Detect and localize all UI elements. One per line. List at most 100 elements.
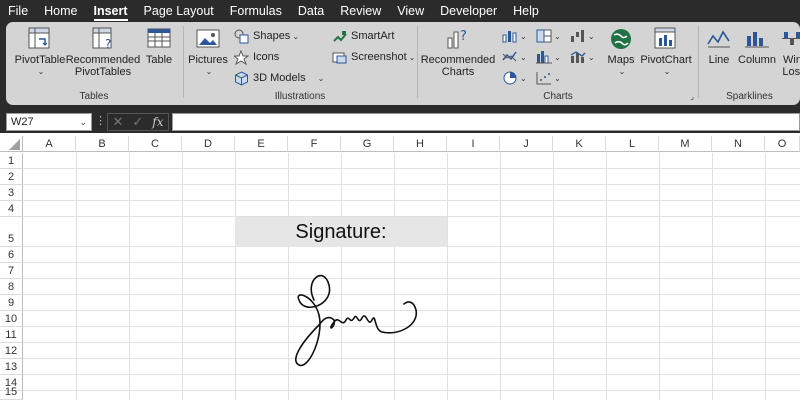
table-icon xyxy=(147,28,171,48)
maps-button[interactable]: Maps ⌄ xyxy=(604,26,638,78)
column-header-n[interactable]: N xyxy=(712,136,765,152)
chevron-down-icon: ⌄ xyxy=(520,73,527,83)
sparkline-winloss-button[interactable]: Win/ Loss xyxy=(779,26,800,78)
menu-item-review[interactable]: Review xyxy=(332,0,389,22)
row-header-3[interactable]: 3 xyxy=(0,185,23,201)
menu-item-view[interactable]: View xyxy=(389,0,432,22)
column-header-a[interactable]: A xyxy=(23,136,76,152)
scatter-chart-icon xyxy=(536,72,551,85)
gridline-horizontal xyxy=(23,168,800,169)
column-header-c[interactable]: C xyxy=(129,136,182,152)
row-header-7[interactable]: 7 xyxy=(0,263,23,279)
table-button[interactable]: Table xyxy=(142,26,176,66)
chevron-down-icon[interactable]: ⌄ xyxy=(79,114,87,130)
column-header-j[interactable]: J xyxy=(500,136,553,152)
pivotchart-button[interactable]: PivotChart ⌄ xyxy=(640,26,692,78)
dialog-launcher-icon[interactable]: ⌟ xyxy=(690,92,694,101)
name-box[interactable]: W27 ⌄ xyxy=(6,113,92,131)
scatter-chart-button[interactable]: ⌄ xyxy=(536,69,561,87)
gridline-vertical xyxy=(500,153,501,400)
recommended-pivottables-button[interactable]: ? Recommended PivotTables xyxy=(65,26,141,78)
row-header-9[interactable]: 9 xyxy=(0,295,23,311)
row-header-2[interactable]: 2 xyxy=(0,169,23,185)
ribbon-container: PivotTable ⌄ ? Recommended PivotTables T… xyxy=(0,22,800,111)
menu-item-developer[interactable]: Developer xyxy=(432,0,505,22)
pie-chart-button[interactable]: ⌄ xyxy=(502,69,527,87)
row-header-5[interactable]: 5 xyxy=(0,217,23,247)
combo-chart-button[interactable]: ⌄ xyxy=(570,48,595,66)
column-header-d[interactable]: D xyxy=(182,136,235,152)
waterfall-chart-button[interactable]: ⌄ xyxy=(570,27,595,45)
recommended-pivottables-label-1: Recommended xyxy=(65,54,141,66)
column-header-g[interactable]: G xyxy=(341,136,394,152)
column-header-i[interactable]: I xyxy=(447,136,500,152)
hierarchy-chart-button[interactable]: ⌄ xyxy=(536,27,561,45)
screenshot-button[interactable]: Screenshot ⌄ xyxy=(332,48,415,66)
statistic-chart-button[interactable]: ⌄ xyxy=(536,48,561,66)
waterfall-chart-icon xyxy=(571,30,584,42)
row-header-11[interactable]: 11 xyxy=(0,327,23,343)
chevron-down-icon: ⌄ xyxy=(554,31,561,41)
menu-item-page-layout[interactable]: Page Layout xyxy=(136,0,222,22)
pictures-button[interactable]: Pictures ⌄ xyxy=(188,26,228,78)
row-header-12[interactable]: 12 xyxy=(0,343,23,359)
column-chart-button[interactable]: ⌄ xyxy=(502,27,527,45)
menu-item-help[interactable]: Help xyxy=(505,0,547,22)
recommended-charts-button[interactable]: ? Recommended Charts xyxy=(421,26,496,78)
pictures-label: Pictures xyxy=(188,54,228,66)
smartart-button[interactable]: SmartArt xyxy=(332,27,394,45)
smartart-label: SmartArt xyxy=(351,30,395,42)
worksheet-grid[interactable]: A B C D E F G H I J K L M N O 1 2 3 4 5 6 7 8 9 10 11 12 13 14 15 Sign… xyxy=(0,136,800,400)
column-header-l[interactable]: L xyxy=(606,136,659,152)
column-header-f[interactable]: F xyxy=(288,136,341,152)
row-header-10[interactable]: 10 xyxy=(0,311,23,327)
menu-item-data[interactable]: Data xyxy=(290,0,332,22)
chevron-down-icon: ⌄ xyxy=(588,52,595,62)
pivottable-icon xyxy=(28,27,50,49)
pivottable-button[interactable]: PivotTable ⌄ xyxy=(14,26,66,78)
column-header-b[interactable]: B xyxy=(76,136,129,152)
3d-models-button[interactable]: 3D Models ⌄ xyxy=(234,69,324,87)
icons-button[interactable]: Icons xyxy=(234,48,279,66)
formula-input[interactable] xyxy=(172,113,800,131)
row-header-13[interactable]: 13 xyxy=(0,359,23,375)
select-all-button[interactable] xyxy=(0,136,23,152)
menu-item-formulas[interactable]: Formulas xyxy=(222,0,290,22)
column-header-h[interactable]: H xyxy=(394,136,447,152)
chevron-down-icon: ⌄ xyxy=(317,73,325,83)
menu-bar: File Home Insert Page Layout Formulas Data Rev… xyxy=(0,0,800,22)
group-label-sparklines: Sparklines xyxy=(726,91,773,102)
chevron-down-icon: ⌄ xyxy=(520,31,527,41)
row-header-6[interactable]: 6 xyxy=(0,247,23,263)
maps-label: Maps xyxy=(607,54,635,66)
menu-item-file[interactable]: File xyxy=(0,0,36,22)
row-header-4[interactable]: 4 xyxy=(0,201,23,217)
shapes-button[interactable]: Shapes ⌄ xyxy=(234,27,299,45)
svg-text:?: ? xyxy=(460,29,467,44)
row-header-15[interactable]: 15 xyxy=(0,386,23,400)
row-header-1[interactable]: 1 xyxy=(0,153,23,169)
column-header-e[interactable]: E xyxy=(235,136,288,152)
recommended-pivottables-icon: ? xyxy=(92,27,112,51)
line-chart-button[interactable]: ⌄ xyxy=(502,48,527,66)
shapes-label: Shapes xyxy=(253,30,291,42)
chevron-down-icon: ⌄ xyxy=(618,67,626,76)
sparkline-column-button[interactable]: Column xyxy=(737,26,777,66)
insert-function-icon[interactable]: fx xyxy=(152,115,163,129)
cancel-icon[interactable]: ✕ xyxy=(112,114,123,130)
menu-item-home[interactable]: Home xyxy=(36,0,85,22)
enter-icon[interactable]: ✓ xyxy=(132,114,143,130)
more-icon[interactable]: ⋮ xyxy=(95,114,106,127)
chevron-down-icon: ⌄ xyxy=(588,31,595,41)
chevron-down-icon: ⌄ xyxy=(554,52,561,62)
globe-icon xyxy=(611,29,631,49)
menu-item-insert[interactable]: Insert xyxy=(86,0,136,22)
smartart-icon xyxy=(333,30,347,42)
chevron-down-icon: ⌄ xyxy=(663,67,671,76)
row-header-8[interactable]: 8 xyxy=(0,279,23,295)
column-header-m[interactable]: M xyxy=(659,136,712,152)
sparkline-line-button[interactable]: Line xyxy=(703,26,735,66)
column-header-k[interactable]: K xyxy=(553,136,606,152)
cell-e5-signature-label[interactable]: Signature: xyxy=(235,217,447,247)
column-header-o[interactable]: O xyxy=(765,136,800,152)
